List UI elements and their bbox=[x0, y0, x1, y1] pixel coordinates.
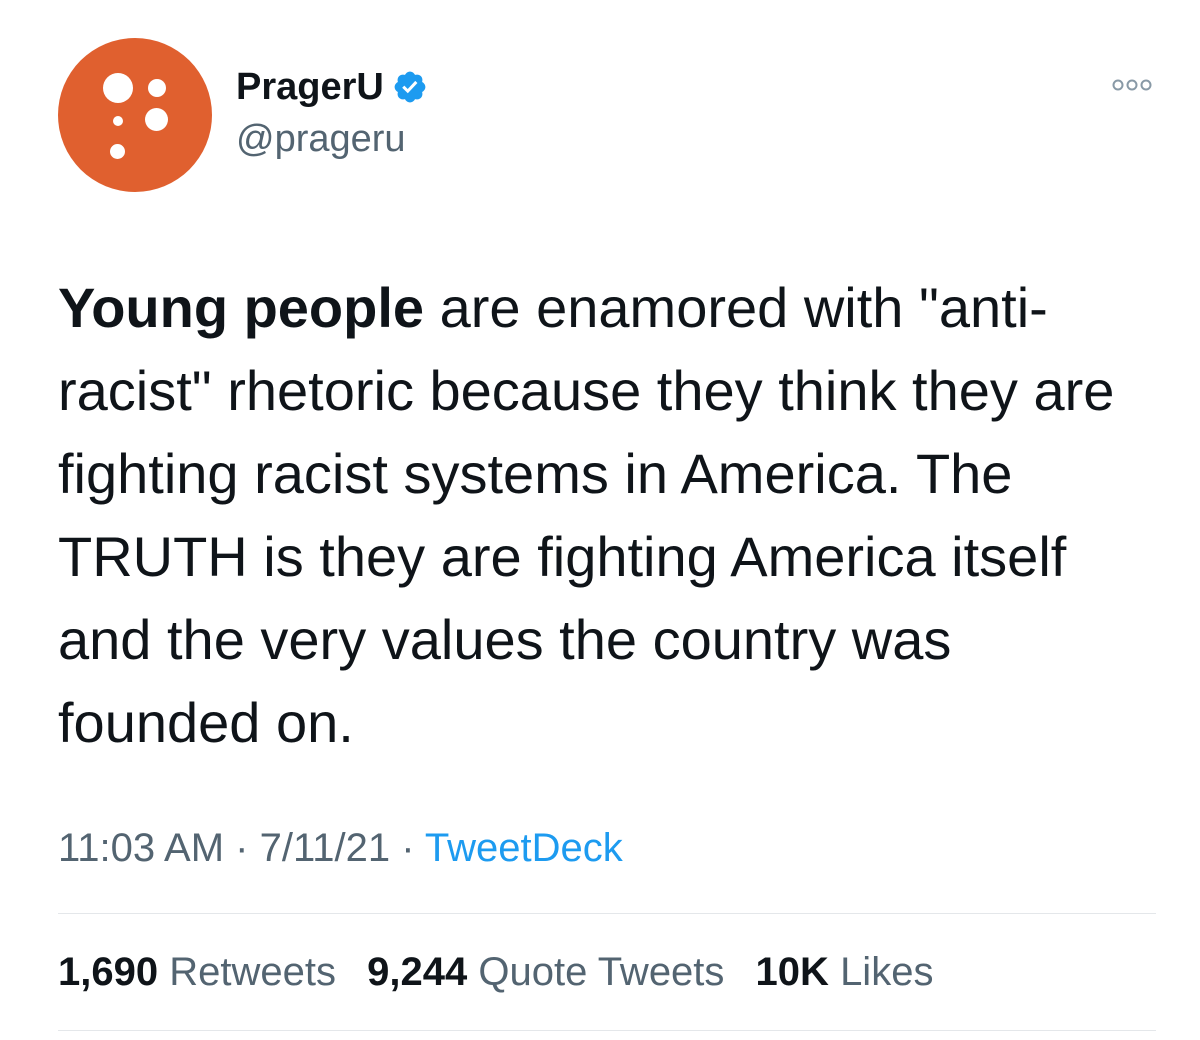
quote-tweets-label: Quote Tweets bbox=[478, 950, 725, 994]
quote-tweets-stat[interactable]: 9,244 Quote Tweets bbox=[367, 950, 724, 994]
logo-dot bbox=[148, 79, 166, 97]
likes-count: 10K bbox=[755, 950, 829, 994]
quote-tweets-count: 9,244 bbox=[367, 950, 468, 994]
retweets-label: Retweets bbox=[169, 950, 336, 994]
tweet-time[interactable]: 11:03 AM bbox=[58, 826, 224, 870]
more-options-icon[interactable] bbox=[1112, 78, 1152, 92]
avatar[interactable] bbox=[58, 38, 212, 192]
retweets-count: 1,690 bbox=[58, 950, 159, 994]
tweet-text-bold: Young people bbox=[58, 276, 425, 339]
logo-dot bbox=[145, 108, 168, 131]
divider bbox=[58, 913, 1156, 914]
divider bbox=[58, 1030, 1156, 1031]
logo-dot bbox=[110, 144, 125, 159]
author-display-name[interactable]: PragerU bbox=[236, 66, 384, 109]
tweet-text-body: are enamored with "anti-racist" rhetoric… bbox=[58, 276, 1115, 754]
author-name-row[interactable]: PragerU bbox=[236, 64, 428, 110]
author-handle[interactable]: @prageru bbox=[236, 118, 406, 161]
logo-dot bbox=[103, 73, 133, 103]
tweet-meta: 11:03 AM · 7/11/21 · TweetDeck bbox=[58, 826, 623, 871]
likes-label: Likes bbox=[840, 950, 934, 994]
likes-stat[interactable]: 10K Likes bbox=[756, 950, 934, 994]
meta-separator: · bbox=[224, 826, 260, 870]
verified-badge-icon bbox=[394, 71, 426, 103]
logo-dot bbox=[113, 116, 123, 126]
tweet-date[interactable]: 7/11/21 bbox=[260, 826, 391, 870]
engagement-stats: 1,690 Retweets 9,244 Quote Tweets 10K Li… bbox=[58, 950, 953, 995]
meta-separator: · bbox=[390, 826, 425, 870]
tweet-source-link[interactable]: TweetDeck bbox=[425, 826, 623, 870]
retweets-stat[interactable]: 1,690 Retweets bbox=[58, 950, 336, 994]
tweet-text: Young people are enamored with "anti-rac… bbox=[58, 266, 1168, 764]
